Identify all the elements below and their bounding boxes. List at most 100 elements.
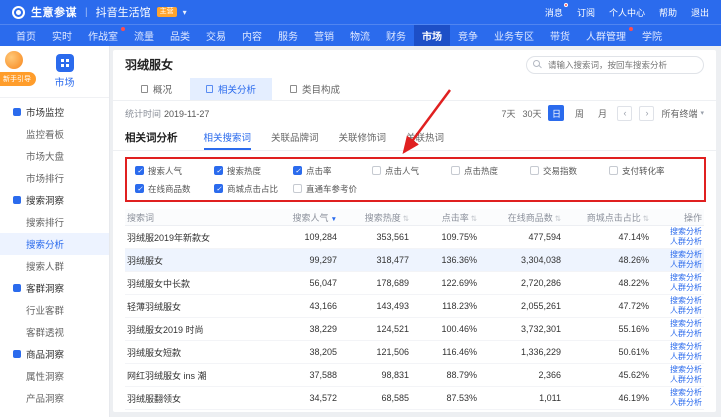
col-header-click-rate[interactable]: 点击率⇅ xyxy=(409,211,477,224)
audience-analysis-link[interactable]: 人群分析 xyxy=(649,352,702,362)
sidebar-item-search-analysis[interactable]: 搜索分析 xyxy=(0,233,109,255)
table-row[interactable]: 羽绒服女 99,297 318,477 136.36% 3,304,038 48… xyxy=(125,249,704,272)
sidebar-item-search-audience[interactable]: 搜索人群 xyxy=(0,255,109,277)
table-row[interactable]: 轻薄羽绒服女 43,166 143,493 118.23% 2,055,261 … xyxy=(125,295,704,318)
checkbox-pay-conversion[interactable]: 支付转化率 xyxy=(609,165,688,177)
table-row[interactable]: 羽绒服女短款 38,205 121,506 116.46% 1,336,229 … xyxy=(125,341,704,364)
prev-date-button[interactable]: ‹ xyxy=(617,106,632,121)
col-header-search-popularity[interactable]: 搜索人气▼ xyxy=(265,211,337,224)
sidebar-item-customer-perspective[interactable]: 客群透视 xyxy=(0,321,109,343)
shop-avatar[interactable] xyxy=(5,51,23,69)
personal-center-link[interactable]: 个人中心 xyxy=(609,6,645,19)
checkbox-online-products[interactable]: 在线商品数 xyxy=(135,183,214,195)
checkbox-click-rate[interactable]: 点击率 xyxy=(293,165,372,177)
sidebar-item-attribute-insight[interactable]: 属性洞察 xyxy=(0,365,109,387)
sidebar-item-market-ranking[interactable]: 市场排行 xyxy=(0,167,109,189)
range-7d-button[interactable]: 7天 xyxy=(501,107,515,120)
sidebar-group-customer-insight[interactable]: 客群洞察 xyxy=(0,277,109,299)
col-header-mall-click-share[interactable]: 商城点击占比⇅ xyxy=(561,211,649,224)
checkbox-mall-click-share[interactable]: 商城点击占比 xyxy=(214,183,293,195)
sidebar-item-market-overview[interactable]: 市场大盘 xyxy=(0,145,109,167)
nav-item-audience-mgmt[interactable]: 人群管理 xyxy=(578,25,634,46)
market-module-icon[interactable] xyxy=(56,54,74,72)
nav-item-finance[interactable]: 财务 xyxy=(378,25,414,46)
nav-item-logistics[interactable]: 物流 xyxy=(342,25,378,46)
search-analysis-link[interactable]: 搜索分析 xyxy=(649,319,702,329)
audience-analysis-link[interactable]: 人群分析 xyxy=(649,283,702,293)
table-row[interactable]: 羽绒服女2019 时尚 38,229 124,521 100.46% 3,732… xyxy=(125,318,704,341)
unit-day-button[interactable]: 日 xyxy=(548,105,564,121)
search-analysis-link[interactable]: 搜索分析 xyxy=(649,250,702,260)
nav-item-service[interactable]: 服务 xyxy=(270,25,306,46)
logout-link[interactable]: 退出 xyxy=(691,6,709,19)
tab-overview[interactable]: 概况 xyxy=(125,78,188,100)
search-analysis-link[interactable]: 搜索分析 xyxy=(649,388,702,398)
sidebar-item-search-ranking[interactable]: 搜索排行 xyxy=(0,211,109,233)
brand-area: 生意参谋 | 抖音生活馆 主营 ▾ xyxy=(12,4,187,20)
nav-item-traffic[interactable]: 流量 xyxy=(126,25,162,46)
audience-analysis-link[interactable]: 人群分析 xyxy=(649,398,702,408)
subtab-modifier-words[interactable]: 关联修饰词 xyxy=(339,125,387,150)
table-row[interactable]: 羽绒服2019年新款女 109,284 353,561 109.75% 477,… xyxy=(125,226,704,249)
checkbox-search-heat[interactable]: 搜索热度 xyxy=(214,165,293,177)
nav-item-content[interactable]: 内容 xyxy=(234,25,270,46)
checkbox-search-popularity[interactable]: 搜索人气 xyxy=(135,165,214,177)
table-row[interactable]: 羽绒服翻领女 34,572 68,585 87.53% 1,011 46.19%… xyxy=(125,387,704,410)
checkbox-trade-index[interactable]: 交易指数 xyxy=(530,165,609,177)
subtab-related-search-words[interactable]: 相关搜索词 xyxy=(204,125,252,150)
messages-link[interactable]: 消息 xyxy=(545,6,563,19)
product-switch-caret-icon[interactable]: ▾ xyxy=(183,8,187,17)
col-header-search-heat[interactable]: 搜索热度⇅ xyxy=(337,211,409,224)
table-row[interactable]: 羽绒服女中长款 56,047 178,689 122.69% 2,720,286… xyxy=(125,272,704,295)
range-30d-button[interactable]: 30天 xyxy=(522,107,541,120)
sidebar-item-industry-customers[interactable]: 行业客群 xyxy=(0,299,109,321)
beginner-guide-ribbon[interactable]: 新手引导 xyxy=(0,72,36,86)
terminal-filter-dropdown[interactable]: 所有终端▾ xyxy=(661,107,704,120)
checkbox-ztc-reference-price[interactable]: 直通车参考价 xyxy=(293,183,372,195)
search-analysis-link[interactable]: 搜索分析 xyxy=(649,296,702,306)
checkbox-click-heat[interactable]: 点击热度 xyxy=(451,165,530,177)
sidebar-item-product-insight[interactable]: 产品洞察 xyxy=(0,387,109,409)
next-date-button[interactable]: › xyxy=(639,106,654,121)
unit-month-button[interactable]: 月 xyxy=(594,105,610,121)
unit-week-button[interactable]: 周 xyxy=(571,105,587,121)
account-menu: 消息 订阅 个人中心 帮助 退出 xyxy=(545,6,709,19)
search-input[interactable] xyxy=(526,56,704,74)
nav-item-trade[interactable]: 交易 xyxy=(198,25,234,46)
tab-related-analysis[interactable]: 相关分析 xyxy=(190,78,272,100)
nav-item-realtime[interactable]: 实时 xyxy=(44,25,80,46)
search-popularity-cell: 38,229 xyxy=(265,324,337,334)
tab-category-composition[interactable]: 类目构成 xyxy=(274,78,356,100)
nav-item-market[interactable]: 市场 xyxy=(414,25,450,46)
table-row[interactable]: 网红羽绒服女 ins 潮 37,588 98,831 88.79% 2,366 … xyxy=(125,364,704,387)
search-analysis-link[interactable]: 搜索分析 xyxy=(649,365,702,375)
nav-item-marketing[interactable]: 营销 xyxy=(306,25,342,46)
module-label[interactable]: 市场 xyxy=(55,74,75,89)
audience-analysis-link[interactable]: 人群分析 xyxy=(649,260,702,270)
checkbox-click-popularity[interactable]: 点击人气 xyxy=(372,165,451,177)
help-link[interactable]: 帮助 xyxy=(659,6,677,19)
audience-analysis-link[interactable]: 人群分析 xyxy=(649,306,702,316)
subscribe-link[interactable]: 订阅 xyxy=(577,6,595,19)
sidebar-group-product-insight[interactable]: 商品洞察 xyxy=(0,343,109,365)
nav-item-category[interactable]: 品类 xyxy=(162,25,198,46)
search-analysis-link[interactable]: 搜索分析 xyxy=(649,227,702,237)
nav-item-home[interactable]: 首页 xyxy=(8,25,44,46)
nav-item-academy[interactable]: 学院 xyxy=(634,25,670,46)
col-header-online-products[interactable]: 在线商品数⇅ xyxy=(477,211,561,224)
nav-item-business-zone[interactable]: 业务专区 xyxy=(486,25,542,46)
audience-analysis-link[interactable]: 人群分析 xyxy=(649,237,702,247)
subtab-hot-words[interactable]: 关联热词 xyxy=(406,125,444,150)
subtab-brand-words[interactable]: 关联品牌词 xyxy=(271,125,319,150)
search-analysis-link[interactable]: 搜索分析 xyxy=(649,342,702,352)
sidebar-group-search-insight[interactable]: 搜索洞察 xyxy=(0,189,109,211)
nav-item-war-room[interactable]: 作战室 xyxy=(80,25,126,46)
audience-analysis-link[interactable]: 人群分析 xyxy=(649,329,702,339)
sidebar-group-market-monitor[interactable]: 市场监控 xyxy=(0,101,109,123)
nav-item-livestream[interactable]: 带货 xyxy=(542,25,578,46)
sidebar-item-monitor-board[interactable]: 监控看板 xyxy=(0,123,109,145)
nav-item-competition[interactable]: 竞争 xyxy=(450,25,486,46)
click-rate-cell: 122.69% xyxy=(409,278,477,288)
search-analysis-link[interactable]: 搜索分析 xyxy=(649,273,702,283)
audience-analysis-link[interactable]: 人群分析 xyxy=(649,375,702,385)
